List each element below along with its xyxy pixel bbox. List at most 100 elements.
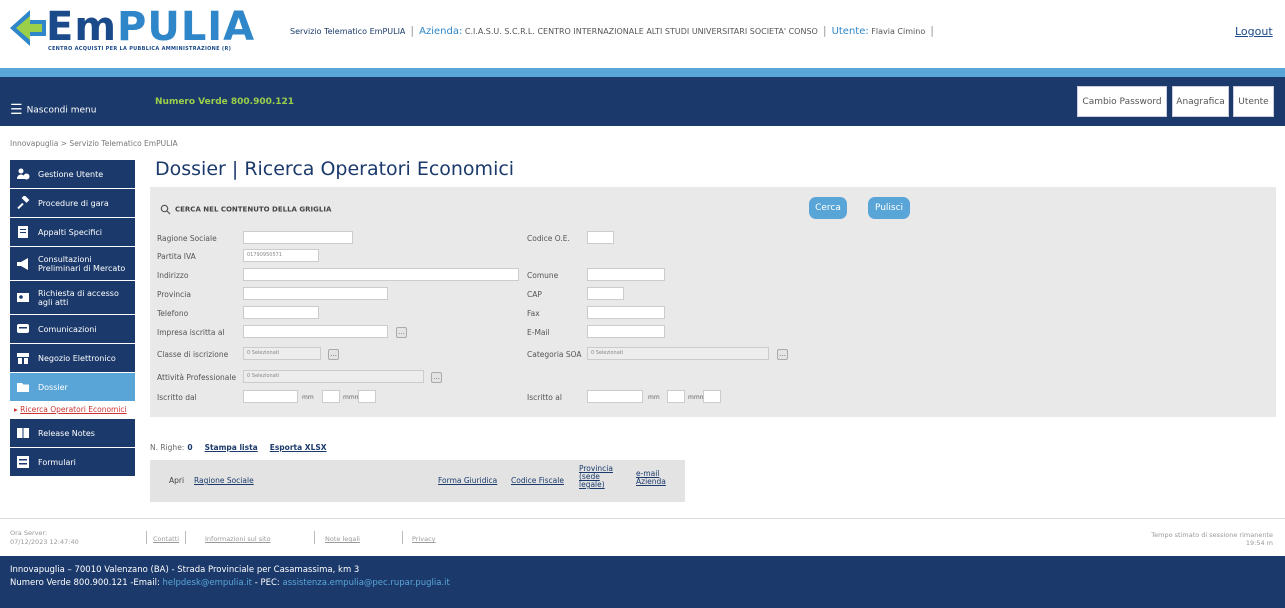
label-codice-oe: Codice O.E.	[527, 234, 570, 243]
n-righe-value: 0	[187, 443, 193, 452]
iscritto-al-mmm-input[interactable]	[703, 390, 721, 403]
cerca-button[interactable]: Cerca	[809, 197, 847, 219]
col-ragione-sociale[interactable]: Ragione Sociale	[194, 476, 254, 485]
numero-verde: Numero Verde 800.900.121	[155, 97, 295, 107]
impresa-iscritta-input[interactable]	[243, 325, 388, 338]
sidebar-item-label: Appalti Specifici	[38, 227, 103, 237]
hamburger-icon: ☰	[10, 102, 23, 118]
esporta-xlsx-link[interactable]: Esporta XLSX	[270, 443, 327, 452]
col-provincia-sede-legale[interactable]: Provincia (sede legale)	[579, 465, 619, 489]
sidebar-item-formulari[interactable]: Formulari	[10, 448, 135, 476]
impresa-iscritta-picker-button[interactable]: …	[396, 327, 407, 338]
footer-link-informazioni[interactable]: Informazioni sul sito	[205, 535, 270, 543]
sidebar-item-consultazioni[interactable]: Consultazioni Preliminari di Mercato	[10, 247, 135, 280]
partita-iva-input[interactable]: 01790950571	[243, 249, 319, 262]
sidebar-item-label: Comunicazioni	[38, 324, 97, 334]
utente-value: Flavia Cimino	[871, 27, 926, 36]
logout-link[interactable]: Logout	[1235, 25, 1273, 38]
logo-arrows-icon	[10, 10, 46, 46]
iscritto-dal-mmm-input[interactable]	[358, 390, 376, 403]
iscritto-dal-mm-label: mm	[302, 394, 314, 401]
sidebar-item-comunicazioni[interactable]: Comunicazioni	[10, 315, 135, 343]
sidebar-item-label: Dossier	[38, 382, 68, 392]
footer-link-contatti[interactable]: Contatti	[153, 535, 179, 543]
classe-iscrizione-picker-button[interactable]: …	[328, 349, 339, 360]
label-partita-iva: Partita IVA	[157, 252, 196, 261]
sidebar-item-dossier[interactable]: Dossier	[10, 373, 135, 401]
footer-separator	[402, 531, 403, 544]
fax-input[interactable]	[587, 306, 665, 319]
footer-email-link[interactable]: helpdesk@empulia.it	[163, 578, 252, 588]
label-comune: Comune	[527, 271, 559, 280]
email-input[interactable]	[587, 325, 665, 338]
indirizzo-input[interactable]	[243, 268, 519, 281]
n-righe-label: N. Righe:	[150, 443, 185, 452]
footer-bar: Innovapuglia – 70010 Valenzano (BA) - St…	[0, 556, 1285, 608]
codice-oe-input[interactable]	[587, 231, 614, 244]
sidebar-item-richiesta-accesso[interactable]: Richiesta di accesso agli atti	[10, 281, 135, 314]
label-impresa-iscritta: Impresa iscritta al	[157, 328, 225, 337]
cambio-password-button[interactable]: Cambio Password	[1077, 86, 1167, 117]
footer-separator	[146, 531, 147, 544]
book-icon	[17, 428, 29, 438]
sidebar-item-negozio-elettronico[interactable]: Negozio Elettronico	[10, 344, 135, 372]
sidebar-subitem-ricerca-operatori[interactable]: ▸ Ricerca Operatori Economici	[10, 402, 135, 417]
iscritto-al-mm-input[interactable]	[667, 390, 685, 403]
sidebar-item-appalti-specifici[interactable]: Appalti Specifici	[10, 218, 135, 246]
label-cap: CAP	[527, 290, 542, 299]
col-email-azienda[interactable]: e-mail Azienda	[636, 470, 670, 486]
session-timer-value: 19:54 m	[1245, 539, 1273, 547]
comune-input[interactable]	[587, 268, 665, 281]
utente-label: Utente:	[831, 26, 869, 37]
header: EmPULIA CENTRO ACQUISTI PER LA PUBBLICA …	[0, 0, 1285, 68]
label-fax: Fax	[527, 309, 540, 318]
label-attivita-professionale: Attività Professionale	[157, 373, 237, 382]
col-forma-giuridica[interactable]: Forma Giuridica	[438, 476, 497, 485]
pulisci-button[interactable]: Pulisci	[868, 197, 910, 219]
gavel-icon	[17, 196, 30, 210]
label-iscritto-dal: Iscritto dal	[157, 393, 197, 402]
logo-subtitle: CENTRO ACQUISTI PER LA PUBBLICA AMMINIST…	[48, 46, 232, 52]
iscritto-al-date-input[interactable]	[587, 390, 643, 403]
top-accent-bar	[0, 68, 1285, 77]
label-telefono: Telefono	[157, 309, 189, 318]
telefono-input[interactable]	[243, 306, 319, 319]
label-categoria-soa: Categoria SOA	[527, 350, 582, 359]
categoria-soa-select[interactable]: 0 Selezionati	[587, 347, 769, 360]
azienda-value: C.I.A.S.U. S.C.R.L. CENTRO INTERNAZIONAL…	[464, 27, 818, 36]
logo-wordmark: EmPULIA	[46, 4, 256, 50]
provincia-input[interactable]	[243, 287, 388, 300]
megaphone-icon	[17, 257, 28, 270]
sidebar-item-label: Release Notes	[38, 428, 95, 438]
footer-link-privacy[interactable]: Privacy	[412, 535, 436, 543]
sidebar-item-release-notes[interactable]: Release Notes	[10, 419, 135, 447]
col-codice-fiscale[interactable]: Codice Fiscale	[511, 476, 564, 485]
footer-link-note-legali[interactable]: Note legali	[325, 535, 360, 543]
label-indirizzo: Indirizzo	[157, 271, 189, 280]
footer-contacts: Numero Verde 800.900.121 -Email: helpdes…	[10, 577, 1275, 590]
footer-email-label: -Email:	[130, 578, 160, 588]
categoria-soa-picker-button[interactable]: …	[777, 349, 788, 360]
folder-icon	[17, 383, 29, 392]
sidebar-item-gestione-utente[interactable]: Gestione Utente	[10, 160, 135, 188]
cap-input[interactable]	[587, 287, 624, 300]
ragione-sociale-input[interactable]	[243, 231, 353, 244]
attivita-professionale-picker-button[interactable]: …	[431, 372, 442, 383]
session-timer: Tempo stimato di sessione rimanente 19:54…	[1151, 531, 1273, 547]
utente-button[interactable]: Utente	[1233, 86, 1274, 117]
toggle-menu-button[interactable]: ☰ Nascondi menu	[10, 102, 96, 118]
attivita-professionale-select[interactable]: 0 Selezionati	[243, 370, 424, 383]
label-ragione-sociale: Ragione Sociale	[157, 234, 217, 243]
iscritto-dal-date-input[interactable]	[243, 390, 298, 403]
stampa-lista-link[interactable]: Stampa lista	[205, 443, 258, 452]
anagrafica-button[interactable]: Anagrafica	[1172, 86, 1229, 117]
iscritto-dal-mm-input[interactable]	[322, 390, 340, 403]
footer-numero-verde: Numero Verde 800.900.121	[10, 578, 128, 588]
footer-pec-link[interactable]: assistenza.empulia@pec.rupar.puglia.it	[283, 578, 450, 588]
sidebar-item-procedure-di-gara[interactable]: Procedure di gara	[10, 189, 135, 217]
empulia-logo[interactable]: EmPULIA CENTRO ACQUISTI PER LA PUBBLICA …	[8, 4, 254, 56]
server-time: Ora Server: 07/12/2023 12:47:40	[10, 529, 79, 547]
footer-divider	[0, 518, 1285, 519]
classe-iscrizione-select[interactable]: 0 Selezionati	[243, 347, 321, 360]
label-email: E-Mail	[527, 328, 550, 337]
